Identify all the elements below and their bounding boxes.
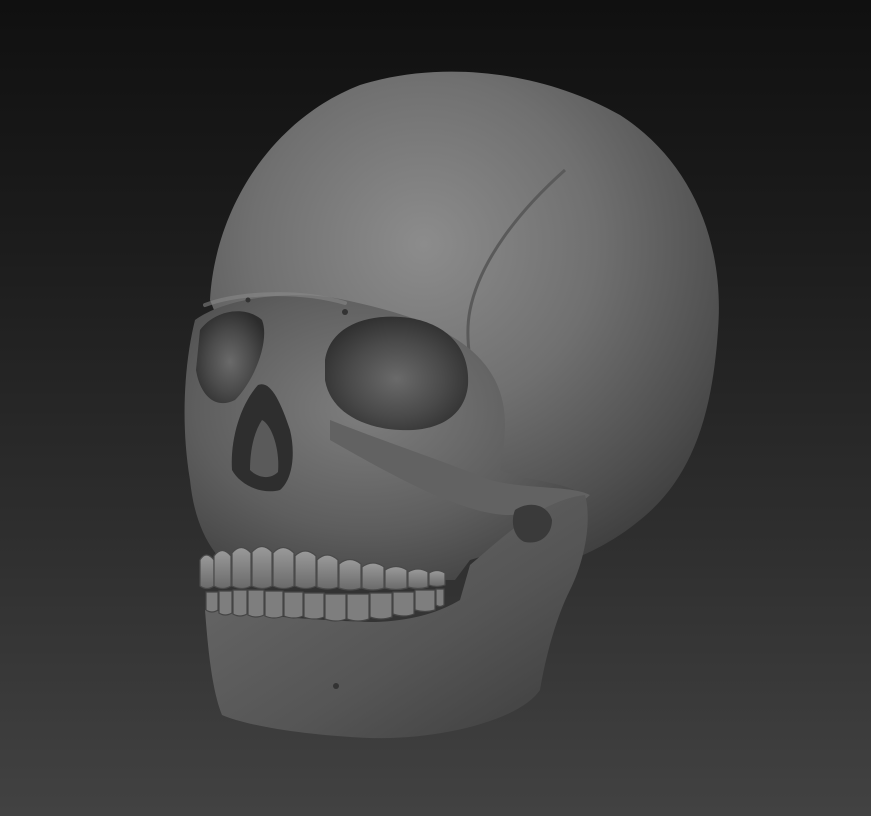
- lower-teeth: [205, 588, 445, 622]
- supraorbital-foramen-2: [245, 297, 251, 303]
- 3d-viewport[interactable]: [0, 0, 871, 816]
- skull-model[interactable]: [0, 0, 871, 816]
- supraorbital-foramen: [342, 309, 348, 315]
- eye-socket-right: [325, 316, 469, 431]
- mental-foramen: [333, 683, 339, 689]
